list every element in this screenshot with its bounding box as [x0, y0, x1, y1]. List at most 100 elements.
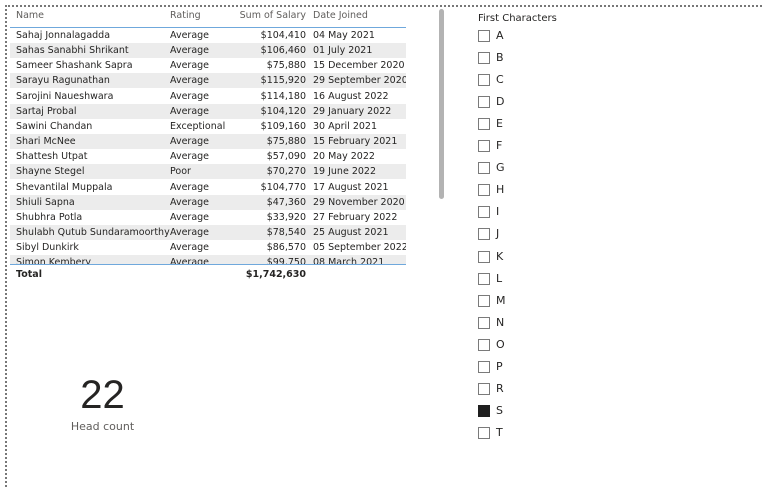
cell-date: 16 August 2022: [313, 90, 389, 102]
table-row[interactable]: Sahas Sanabhi Shrikant Average $106,460 01 …: [10, 43, 406, 59]
table-row[interactable]: Sahaj Jonnalagadda Average $104,410 04 May …: [10, 28, 406, 43]
slicer-item-label: D: [496, 95, 505, 109]
slicer-title: First Characters: [478, 13, 557, 24]
cell-salary: $47,360: [266, 196, 306, 208]
checkbox[interactable]: [478, 294, 490, 307]
cell-salary: $86,570: [266, 242, 306, 254]
slicer-item-label: K: [496, 249, 504, 263]
table-body[interactable]: Sahaj Jonnalagadda Average $104,410 04 May …: [10, 28, 406, 265]
cell-name: Sameer Shashank Sapra: [16, 60, 133, 72]
checkbox[interactable]: [478, 316, 490, 329]
cell-name: Sawini Chandan: [16, 120, 93, 132]
cell-name: Shari McNee: [16, 136, 76, 148]
checkbox[interactable]: [478, 184, 490, 197]
cell-rating: Poor: [170, 166, 191, 178]
checkbox[interactable]: [478, 140, 490, 153]
cell-date: 17 August 2021: [313, 181, 389, 193]
cell-date: 25 August 2021: [313, 226, 389, 238]
card-value: 22: [80, 373, 125, 417]
table-row[interactable]: Sartaj Probal Average $104,120 29 January 2…: [10, 103, 406, 119]
cell-rating: Average: [170, 257, 210, 265]
slicer-item-label: P: [496, 359, 503, 373]
slicer-item-label: E: [496, 117, 503, 131]
slicer-item-label: J: [496, 227, 500, 241]
header-name[interactable]: Name: [16, 10, 44, 21]
cell-date: 08 March 2021: [313, 257, 385, 265]
first-characters-slicer: First Characters ABCDEFGHIJKLMNOPRST: [478, 13, 557, 439]
cell-rating: Average: [170, 211, 210, 223]
checkbox[interactable]: [478, 162, 490, 175]
checkbox[interactable]: [478, 360, 490, 373]
cell-salary: $78,540: [266, 226, 306, 238]
cell-salary: $115,920: [260, 75, 306, 87]
table-row[interactable]: Shiuli Sapna Average $47,360 29 November 20…: [10, 194, 406, 210]
cell-name: Shevantilal Muppala: [16, 181, 113, 193]
cell-salary: $33,920: [266, 211, 306, 223]
slicer-item-label: A: [496, 29, 504, 42]
table-row[interactable]: Sarojini Naueshwara Average $114,180 16 Aug…: [10, 89, 406, 104]
cell-name: Sibyl Dunkirk: [16, 242, 79, 254]
checkbox[interactable]: [478, 404, 490, 417]
table-row[interactable]: Shattesh Utpat Average $57,090 20 May 2022: [10, 149, 406, 164]
header-rating[interactable]: Rating: [170, 10, 201, 21]
checkbox[interactable]: [478, 30, 490, 42]
table-row[interactable]: Sawini Chandan Exceptional $109,160 30 Apri…: [10, 119, 406, 134]
salary-table[interactable]: Name Rating Sum of Salary Date Joined Sa…: [10, 6, 406, 281]
slicer-item-label: L: [496, 271, 503, 285]
checkbox[interactable]: [478, 382, 490, 395]
cell-salary: $70,270: [266, 166, 306, 178]
cell-date: 29 September 2020: [313, 75, 406, 87]
checkbox[interactable]: [478, 250, 490, 263]
checkbox[interactable]: [478, 118, 490, 131]
cell-rating: Average: [170, 181, 210, 193]
table-row[interactable]: Sameer Shashank Sapra Average $75,880 15 De…: [10, 58, 406, 73]
cell-rating: Average: [170, 45, 210, 57]
total-row: Total $1,742,630: [10, 267, 406, 282]
cell-name: Sarojini Naueshwara: [16, 90, 114, 102]
cell-salary: $104,120: [260, 105, 306, 117]
checkbox[interactable]: [478, 426, 490, 439]
cell-date: 19 June 2022: [313, 166, 376, 178]
cell-date: 29 January 2022: [313, 105, 392, 117]
table-row[interactable]: Shubhra Potla Average $33,920 27 February 2…: [10, 210, 406, 225]
cell-name: Sartaj Probal: [16, 105, 77, 117]
total-salary: $1,742,630: [245, 269, 306, 280]
cell-rating: Average: [170, 30, 210, 41]
checkbox[interactable]: [478, 52, 490, 65]
table-row[interactable]: Shari McNee Average $75,880 15 February 202…: [10, 134, 406, 150]
header-date[interactable]: Date Joined: [313, 10, 368, 21]
header-salary[interactable]: Sum of Salary: [240, 10, 306, 21]
cell-name: Sahas Sanabhi Shrikant: [16, 45, 129, 57]
cell-salary: $109,160: [260, 120, 306, 132]
checkbox[interactable]: [478, 228, 490, 241]
cell-rating: Average: [170, 75, 210, 87]
cell-date: 29 November 2020: [313, 196, 405, 208]
cell-salary: $75,880: [266, 136, 306, 148]
cell-rating: Average: [170, 242, 210, 254]
checkbox[interactable]: [478, 74, 490, 87]
table-row[interactable]: Shulabh Qutub Sundaramoorthy Average $78,5…: [10, 224, 406, 240]
table-row[interactable]: Sarayu Ragunathan Average $115,920 29 Septe…: [10, 73, 406, 89]
checkbox[interactable]: [478, 272, 490, 285]
cell-salary: $75,880: [266, 60, 306, 72]
checkbox[interactable]: [478, 206, 490, 219]
cell-rating: Average: [170, 60, 210, 72]
checkbox[interactable]: [478, 338, 490, 351]
table-row[interactable]: Simon Kembery Average $99,750 08 March 2021: [10, 255, 406, 265]
cell-rating: Exceptional: [170, 120, 226, 132]
slicer-item-label: O: [496, 337, 505, 351]
total-label: Total: [16, 269, 42, 280]
slicer-item-label: S: [496, 403, 503, 417]
cell-name: Shulabh Qutub Sundaramoorthy: [16, 226, 170, 238]
table-scrollbar[interactable]: [439, 9, 444, 199]
checkbox[interactable]: [478, 96, 490, 109]
table-row[interactable]: Shayne Stegel Poor $70,270 19 June 2022: [10, 164, 406, 180]
cell-salary: $57,090: [266, 151, 306, 163]
cell-date: 30 April 2021: [313, 120, 378, 132]
table-row[interactable]: Shevantilal Muppala Average $104,770 17 Aug…: [10, 180, 406, 195]
cell-name: Shubhra Potla: [16, 211, 83, 223]
cell-date: 04 May 2021: [313, 30, 375, 41]
slicer-item-label: C: [496, 73, 504, 87]
table-row[interactable]: Sibyl Dunkirk Average $86,570 05 September …: [10, 240, 406, 255]
cell-rating: Average: [170, 105, 210, 117]
